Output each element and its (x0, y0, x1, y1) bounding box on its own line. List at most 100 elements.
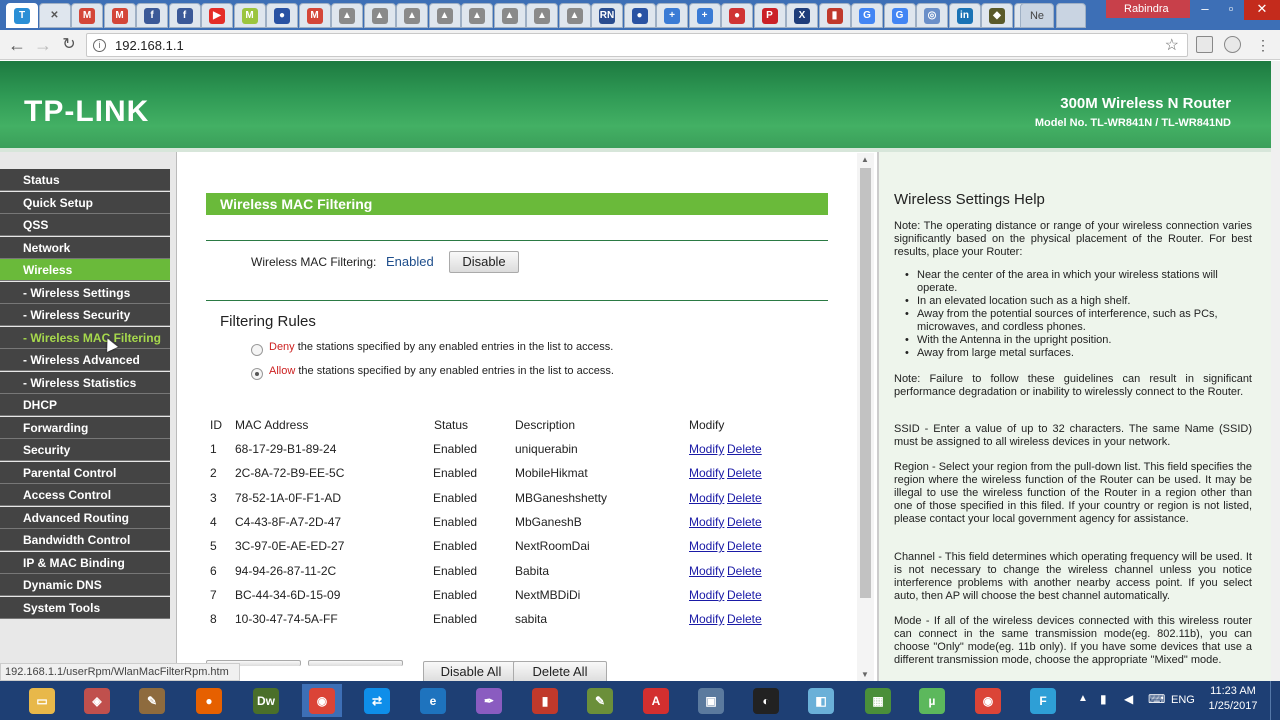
browser-tab[interactable]: G (851, 3, 883, 28)
allow-radio[interactable] (251, 368, 263, 380)
modify-link[interactable]: Modify (689, 491, 724, 505)
browser-tab[interactable]: ▲ (493, 3, 526, 28)
network-icon[interactable]: ▮ (1100, 692, 1107, 706)
taskbar-app[interactable]: ✎ (580, 684, 620, 717)
taskbar-app[interactable]: ● (189, 684, 229, 717)
taskbar-app[interactable]: ▭ (22, 684, 62, 717)
delete-link[interactable]: Delete (727, 539, 762, 553)
modify-link[interactable]: Modify (689, 612, 724, 626)
delete-all-button[interactable]: Delete All (513, 661, 607, 683)
modify-link[interactable]: Modify (689, 564, 724, 578)
disable-button[interactable]: Disable (449, 251, 519, 273)
taskbar-app[interactable]: ✎ (132, 684, 172, 717)
modify-link[interactable]: Modify (689, 466, 724, 480)
browser-tab[interactable]: ▲ (331, 3, 363, 28)
menu-item[interactable]: QSS (0, 214, 170, 236)
browser-tab[interactable]: ● (623, 3, 656, 28)
menu-item[interactable]: IP & MAC Binding (0, 551, 170, 574)
enable-all-button[interactable] (308, 660, 403, 666)
disable-all-button[interactable]: Disable All (423, 661, 519, 683)
browser-tab[interactable]: G (883, 3, 916, 28)
browser-tab[interactable]: RN (591, 3, 623, 28)
menu-item[interactable]: Network (0, 236, 170, 259)
close-window-icon[interactable]: ✕ (1244, 0, 1280, 20)
language-indicator[interactable]: ENG (1171, 694, 1195, 706)
delete-link[interactable]: Delete (727, 466, 762, 480)
browser-tab[interactable]: + (688, 3, 721, 28)
show-desktop-button[interactable] (1270, 681, 1280, 720)
extension-icon[interactable] (1196, 36, 1213, 53)
browser-tab[interactable]: M (298, 3, 331, 28)
menu-item[interactable]: System Tools (0, 596, 170, 619)
forward-arrow-icon[interactable]: → (32, 33, 54, 57)
volume-icon[interactable]: ◀ (1124, 692, 1133, 706)
browser-tab[interactable]: ◎ (916, 3, 948, 28)
reload-icon[interactable]: ↻ (58, 33, 80, 57)
browser-tab[interactable]: in (948, 3, 981, 28)
taskbar-app[interactable]: ◐ (746, 684, 786, 717)
extension-cloud-icon[interactable] (1224, 36, 1241, 53)
browser-tab[interactable]: X (786, 3, 818, 28)
menu-item[interactable]: Status (0, 169, 170, 191)
menu-item[interactable]: Bandwidth Control (0, 529, 170, 551)
modify-link[interactable]: Modify (689, 588, 724, 602)
maximize-icon[interactable]: ▫ (1218, 0, 1244, 20)
taskbar-app[interactable]: ▦ (858, 684, 898, 717)
taskbar-app[interactable]: F (1023, 684, 1063, 717)
taskbar-app[interactable]: ▣ (691, 684, 731, 717)
browser-tab[interactable]: M (71, 3, 103, 28)
taskbar-app[interactable]: ◈ (77, 684, 117, 717)
browser-tab[interactable]: ▲ (396, 3, 428, 28)
tray-expand-icon[interactable]: ▲ (1078, 693, 1088, 704)
menu-item[interactable]: Security (0, 439, 170, 461)
taskbar-app[interactable]: ◧ (801, 684, 841, 717)
browser-tab[interactable]: ▶ (201, 3, 233, 28)
back-arrow-icon[interactable]: ← (6, 33, 28, 57)
menu-item[interactable]: - Wireless Statistics (0, 371, 170, 394)
browser-tab[interactable]: ▮ (818, 3, 851, 28)
browser-tab[interactable]: ▲ (363, 3, 396, 28)
browser-tab[interactable]: ◆ (981, 3, 1013, 28)
browser-tab[interactable]: ● (721, 3, 753, 28)
scroll-up-icon[interactable]: ▲ (861, 155, 869, 164)
browser-tab[interactable]: ▲ (428, 3, 461, 28)
browser-tab[interactable]: M (233, 3, 266, 28)
clock[interactable]: 11:23 AM 1/25/2017 (1203, 685, 1263, 712)
menu-item[interactable]: Forwarding (0, 416, 170, 439)
menu-item[interactable]: Wireless (0, 259, 170, 281)
browser-tab[interactable]: ▲ (461, 3, 493, 28)
browser-tab[interactable]: f (168, 3, 201, 28)
browser-tab[interactable]: f (136, 3, 168, 28)
taskbar-app[interactable]: e (413, 684, 453, 717)
browser-tab[interactable]: P (753, 3, 786, 28)
new-tab-button[interactable] (1056, 3, 1086, 28)
taskbar-app[interactable]: Dw (246, 684, 286, 717)
menu-item[interactable]: - Wireless Settings (0, 281, 170, 304)
menu-item[interactable]: - Wireless MAC Filtering (0, 326, 170, 349)
deny-radio[interactable] (251, 344, 263, 356)
ime-icon[interactable]: ⌨ (1148, 692, 1165, 706)
menu-item[interactable]: - Wireless Advanced (0, 349, 170, 371)
menu-item[interactable]: Advanced Routing (0, 506, 170, 529)
menu-item[interactable]: - Wireless Security (0, 304, 170, 326)
browser-tab[interactable]: ● (266, 3, 298, 28)
menu-item[interactable]: Access Control (0, 484, 170, 506)
info-icon[interactable]: i (93, 39, 106, 52)
browser-tab[interactable]: ▲ (526, 3, 558, 28)
modify-link[interactable]: Modify (689, 442, 724, 456)
taskbar-app[interactable]: ▮ (525, 684, 565, 717)
modify-link[interactable]: Modify (689, 515, 724, 529)
menu-dots-icon[interactable]: ⋮ (1252, 33, 1274, 57)
delete-link[interactable]: Delete (727, 564, 762, 578)
browser-tab[interactable]: T (6, 3, 38, 28)
menu-item[interactable]: Quick Setup (0, 191, 170, 214)
browser-tab[interactable]: ✕ (38, 3, 71, 28)
taskbar-app[interactable]: ◉ (968, 684, 1008, 717)
delete-link[interactable]: Delete (727, 612, 762, 626)
delete-link[interactable]: Delete (727, 442, 762, 456)
page-scrollbar[interactable] (1271, 61, 1280, 681)
tab-new-partial[interactable]: Ne (1020, 3, 1054, 28)
delete-link[interactable]: Delete (727, 491, 762, 505)
delete-link[interactable]: Delete (727, 588, 762, 602)
taskbar-app[interactable]: µ (912, 684, 952, 717)
